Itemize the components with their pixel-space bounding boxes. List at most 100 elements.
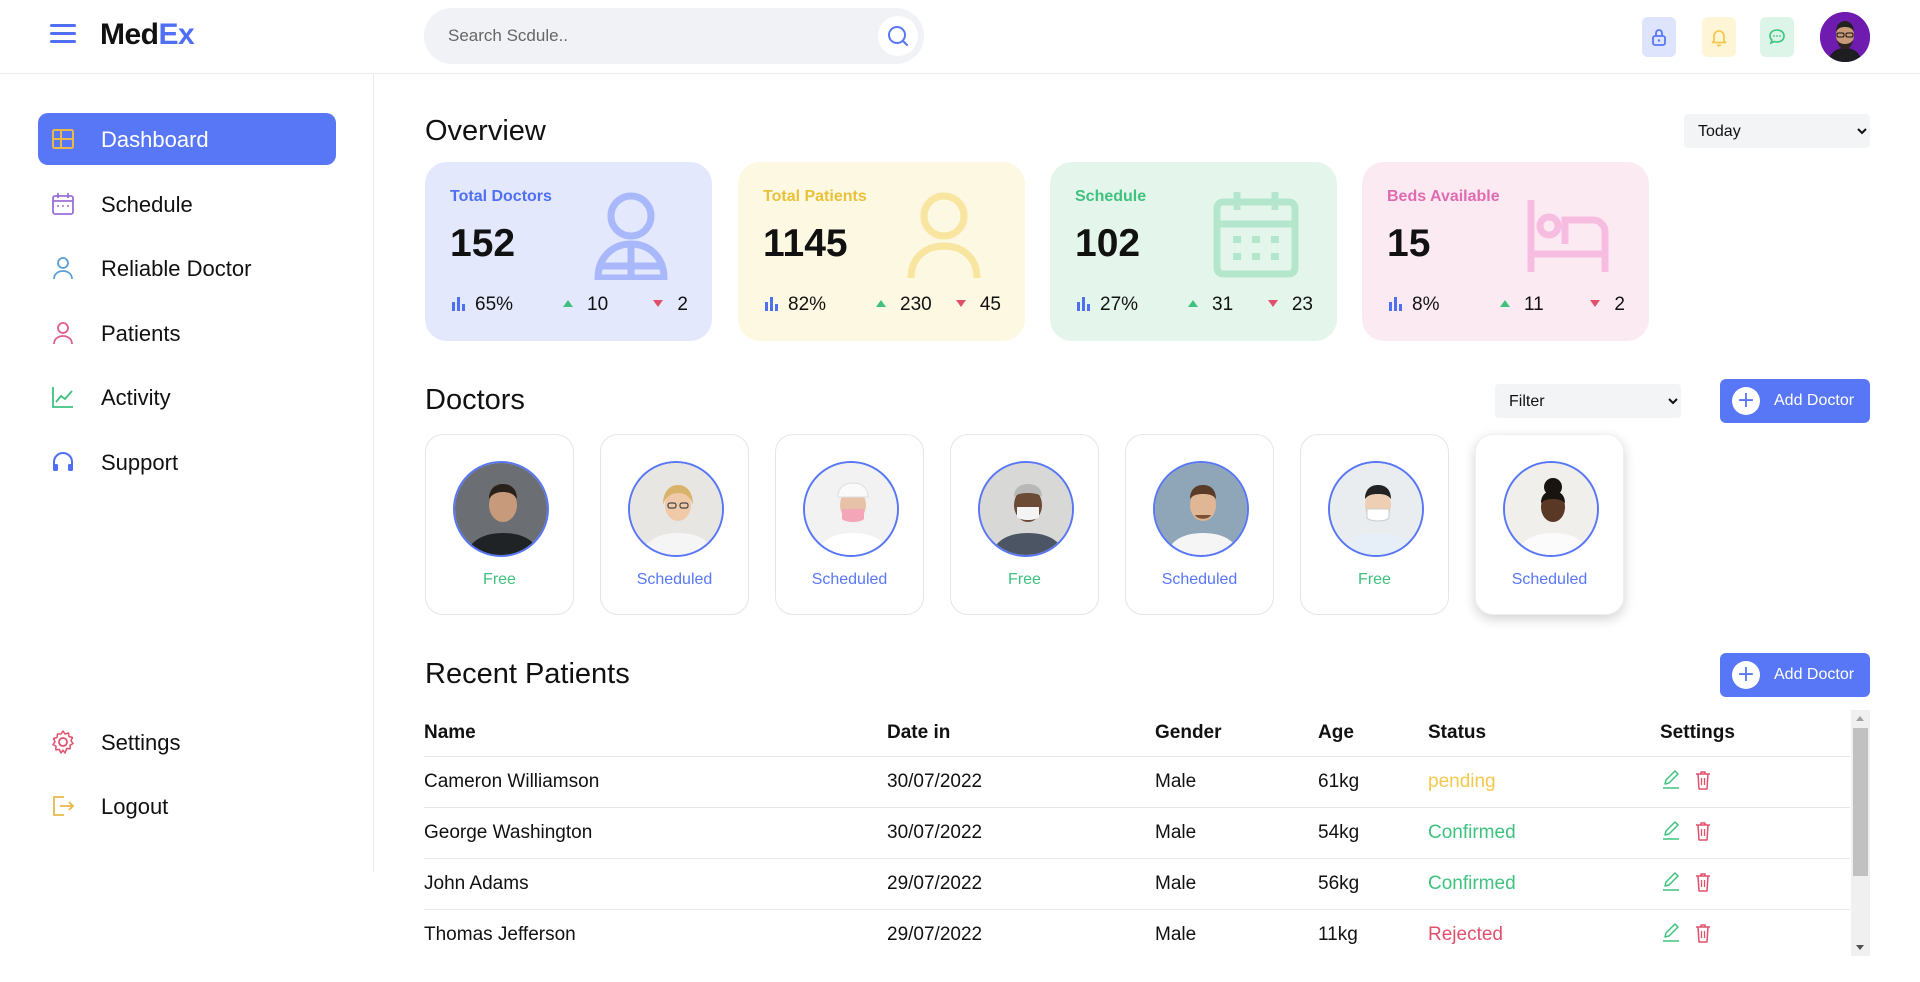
doctor-card[interactable]: Scheduled xyxy=(775,434,924,615)
table-row[interactable]: Cameron Williamson 30/07/2022 Male 61kg … xyxy=(424,756,1850,807)
doctor-icon xyxy=(53,257,73,280)
cell-status: Confirmed xyxy=(1428,873,1516,894)
cell-name: Thomas Jefferson xyxy=(424,924,576,945)
edit-icon[interactable] xyxy=(1661,922,1681,944)
sidebar-item-label: Logout xyxy=(101,794,169,819)
sidebar-item-label: Dashboard xyxy=(101,127,209,152)
column-header-name: Name xyxy=(424,722,476,743)
table-scrollbar[interactable] xyxy=(1851,710,1870,956)
edit-icon[interactable] xyxy=(1661,769,1681,791)
trash-icon[interactable] xyxy=(1693,871,1713,893)
doctors-filter-select[interactable]: Filter xyxy=(1495,384,1681,418)
doctor-card[interactable]: Free xyxy=(950,434,1099,615)
doctor-photo xyxy=(1328,461,1424,557)
bar-chart-icon xyxy=(1389,297,1402,311)
sidebar-item-label: Schedule xyxy=(101,192,193,217)
stat-value: 152 xyxy=(450,222,516,265)
stat-up: 31 xyxy=(1188,294,1233,316)
doctor-photo xyxy=(628,461,724,557)
doctor-card[interactable]: Scheduled xyxy=(1475,434,1624,615)
doctor-status: Free xyxy=(1008,571,1041,588)
messages-button[interactable] xyxy=(1760,17,1794,57)
stat-value: 1145 xyxy=(763,222,848,265)
doctor-photo-image xyxy=(980,463,1072,555)
table-row[interactable]: George Washington 30/07/2022 Male 54kg C… xyxy=(424,807,1850,858)
user-avatar[interactable] xyxy=(1820,12,1870,62)
cell-date: 30/07/2022 xyxy=(887,822,983,843)
sidebar-item-patients[interactable]: Patients xyxy=(38,307,336,359)
scroll-down-arrow-icon[interactable] xyxy=(1856,945,1864,950)
stat-down-value: 2 xyxy=(677,294,688,315)
doctor-status: Scheduled xyxy=(1511,571,1588,588)
chart-line-icon xyxy=(52,387,73,408)
stat-card-beds-available[interactable]: Beds Available 15 8% 11 2 xyxy=(1362,162,1649,341)
scrollbar-thumb[interactable] xyxy=(1853,728,1868,876)
chat-icon xyxy=(1769,29,1785,45)
cell-age: 61kg xyxy=(1318,771,1360,792)
sidebar-item-support[interactable]: Support xyxy=(38,436,336,488)
trash-icon[interactable] xyxy=(1693,769,1713,791)
sidebar-item-logout[interactable]: Logout xyxy=(38,780,336,832)
cell-gender: Male xyxy=(1155,822,1197,843)
sidebar-item-label: Support xyxy=(101,450,179,475)
stat-percent: 65% xyxy=(451,294,513,316)
stat-down-value: 45 xyxy=(979,294,1001,315)
table-row[interactable]: Thomas Jefferson 29/07/2022 Male 11kg Re… xyxy=(424,909,1850,956)
doctor-card[interactable]: Free xyxy=(1300,434,1449,615)
arrow-up-icon xyxy=(876,300,886,307)
sidebar-item-reliable-doctor[interactable]: Reliable Doctor xyxy=(38,242,336,294)
edit-icon[interactable] xyxy=(1661,871,1681,893)
stat-down: 45 xyxy=(955,294,1001,316)
period-select[interactable]: Today xyxy=(1684,114,1870,148)
doctor-icon xyxy=(594,192,668,280)
cell-gender: Male xyxy=(1155,771,1197,792)
table-row[interactable]: John Adams 29/07/2022 Male 56kg Confirme… xyxy=(424,858,1850,909)
stat-up-value: 230 xyxy=(900,294,932,315)
doctor-card[interactable]: Scheduled xyxy=(1125,434,1274,615)
doctor-card[interactable]: Scheduled xyxy=(600,434,749,615)
hamburger-menu-icon[interactable] xyxy=(50,24,76,50)
lock-button[interactable] xyxy=(1642,17,1676,57)
sidebar-item-schedule[interactable]: Schedule xyxy=(38,178,336,230)
scroll-up-arrow-icon[interactable] xyxy=(1856,716,1864,721)
add-doctor-button-2[interactable]: + Add Doctor xyxy=(1720,653,1870,697)
stat-percent: 8% xyxy=(1388,294,1439,316)
cell-status: Rejected xyxy=(1428,924,1503,945)
stat-down-value: 23 xyxy=(1291,294,1313,315)
stat-percent-value: 82% xyxy=(788,294,827,315)
stat-card-schedule[interactable]: Schedule 102 27% 31 23 xyxy=(1050,162,1337,341)
calendar-icon xyxy=(1213,192,1299,278)
bar-chart-icon xyxy=(452,297,465,311)
stat-value: 15 xyxy=(1387,222,1431,265)
doctor-card[interactable]: Free xyxy=(425,434,574,615)
sidebar-item-label: Activity xyxy=(101,385,171,410)
overview-title: Overview xyxy=(425,115,546,147)
logo-part-1: Med xyxy=(100,18,159,51)
trash-icon[interactable] xyxy=(1693,922,1713,944)
sidebar-item-activity[interactable]: Activity xyxy=(38,371,336,423)
add-doctor-button[interactable]: + Add Doctor xyxy=(1720,379,1870,423)
search-input[interactable] xyxy=(448,8,848,64)
stat-percent-value: 8% xyxy=(1412,294,1440,315)
stat-down: 2 xyxy=(1590,294,1625,316)
doctor-photo xyxy=(1153,461,1249,557)
sidebar-item-settings[interactable]: Settings xyxy=(38,716,336,768)
arrow-up-icon xyxy=(563,300,573,307)
cell-age: 56kg xyxy=(1318,873,1360,894)
stat-up-value: 31 xyxy=(1212,294,1234,315)
trash-icon[interactable] xyxy=(1693,820,1713,842)
notification-button[interactable] xyxy=(1702,17,1736,57)
stat-card-total-doctors[interactable]: Total Doctors 152 65% 10 2 xyxy=(425,162,712,341)
logo[interactable]: MedEx xyxy=(100,18,195,52)
cell-name: John Adams xyxy=(424,873,529,894)
edit-icon[interactable] xyxy=(1661,820,1681,842)
cell-gender: Male xyxy=(1155,873,1197,894)
doctor-photo xyxy=(1503,461,1599,557)
stat-title: Beds Available xyxy=(1387,188,1500,205)
cell-age: 11kg xyxy=(1318,924,1358,945)
search-button[interactable] xyxy=(878,16,918,56)
bar-chart-icon xyxy=(765,297,778,311)
sidebar-item-dashboard[interactable]: Dashboard xyxy=(38,113,336,165)
doctor-photo xyxy=(803,461,899,557)
stat-card-total-patients[interactable]: Total Patients 1145 82% 230 45 xyxy=(738,162,1025,341)
